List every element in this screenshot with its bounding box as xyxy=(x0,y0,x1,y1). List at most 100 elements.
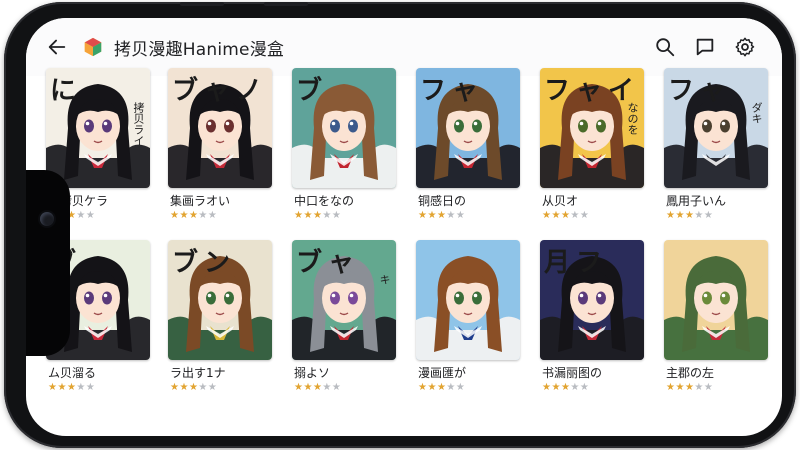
comic-title[interactable]: 集画ラオい xyxy=(170,192,274,209)
star-icon: ★ xyxy=(703,382,714,393)
star-icon: ★ xyxy=(427,210,437,221)
star-icon: ★ xyxy=(694,382,704,393)
star-icon: ★ xyxy=(312,382,323,393)
star-icon: ★ xyxy=(579,210,590,221)
comic-title[interactable]: ラ出す1ナ xyxy=(170,364,274,381)
star-icon: ★ xyxy=(76,382,86,393)
volume-button xyxy=(180,2,224,6)
comic-cover-image[interactable]: ブ xyxy=(292,68,396,188)
comic-title[interactable]: 铜感日の xyxy=(418,192,522,209)
star-icon: ★ xyxy=(570,210,580,221)
comic-cover-image[interactable]: フャイ なのを xyxy=(540,68,644,188)
phone-frame: 拷贝漫趣Hanime漫盒 に拷贝ライ栫拷贝ケラ★★★★★ブャノ集画ラオい★★★★… xyxy=(4,2,796,448)
star-icon: ★ xyxy=(303,382,313,393)
rating-stars: ★★★★★ xyxy=(294,382,341,393)
comic-cover-image[interactable]: ブャキ xyxy=(292,240,396,360)
feedback-icon[interactable] xyxy=(694,36,716,58)
cover-side-text: なのを xyxy=(626,102,639,135)
star-icon: ★ xyxy=(694,210,704,221)
rating-stars: ★★★★★ xyxy=(542,382,589,393)
star-icon: ★ xyxy=(198,382,208,393)
star-icon: ★ xyxy=(76,210,86,221)
star-icon: ★ xyxy=(179,210,189,221)
cover-title-text: フャ xyxy=(420,76,485,106)
cover-side-text: ダキ xyxy=(750,102,763,124)
power-button xyxy=(264,2,308,6)
rating-stars: ★★★★★ xyxy=(170,210,217,221)
star-icon: ★ xyxy=(198,210,208,221)
rating-stars: ★★★★★ xyxy=(666,210,713,221)
rating-stars: ★★★★★ xyxy=(418,210,465,221)
star-icon: ★ xyxy=(312,210,323,221)
star-icon: ★ xyxy=(560,382,571,393)
comic-title[interactable]: 搦よソ xyxy=(294,364,398,381)
rating-stars: ★★★★★ xyxy=(48,382,95,393)
star-icon: ★ xyxy=(570,382,580,393)
comic-title[interactable]: 主郡の左 xyxy=(666,364,770,381)
star-icon: ★ xyxy=(446,382,456,393)
front-camera xyxy=(40,212,54,226)
star-icon: ★ xyxy=(85,210,96,221)
comic-cover-image[interactable]: ブン xyxy=(168,240,272,360)
star-icon: ★ xyxy=(207,382,218,393)
star-icon: ★ xyxy=(188,382,199,393)
comic-title[interactable]: 中口をなの xyxy=(294,192,398,209)
cover-title-text: に xyxy=(50,76,83,106)
cover-side-text: キ xyxy=(378,274,391,285)
rating-stars: ★★★★★ xyxy=(542,210,589,221)
star-icon: ★ xyxy=(322,210,332,221)
search-icon[interactable] xyxy=(654,36,676,58)
comic-title[interactable]: 书漏丽图の xyxy=(542,364,646,381)
camera-notch xyxy=(26,170,70,356)
star-icon: ★ xyxy=(66,382,77,393)
star-icon: ★ xyxy=(446,210,456,221)
cover-title-text: 月フ xyxy=(544,248,609,278)
comic-title[interactable]: 漫画匯が xyxy=(418,364,522,381)
cover-title-text: フャ xyxy=(668,76,733,106)
star-icon: ★ xyxy=(675,210,685,221)
app-screen: 拷贝漫趣Hanime漫盒 に拷贝ライ栫拷贝ケラ★★★★★ブャノ集画ラオい★★★★… xyxy=(26,18,782,436)
comic-cover-image[interactable] xyxy=(664,240,768,360)
star-icon: ★ xyxy=(455,210,466,221)
star-icon: ★ xyxy=(427,382,437,393)
comic-cover-image[interactable]: 月フ xyxy=(540,240,644,360)
star-icon: ★ xyxy=(322,382,332,393)
comic-cover-image[interactable]: フャ xyxy=(416,68,520,188)
star-icon: ★ xyxy=(179,382,189,393)
comic-title[interactable]: ム贝溜る xyxy=(48,364,152,381)
star-icon: ★ xyxy=(551,382,561,393)
star-icon: ★ xyxy=(436,210,447,221)
cover-title-text: ブ xyxy=(296,76,329,106)
rating-stars: ★★★★★ xyxy=(666,382,713,393)
star-icon: ★ xyxy=(57,382,67,393)
rating-stars: ★★★★★ xyxy=(418,382,465,393)
star-icon: ★ xyxy=(85,382,96,393)
cover-title-text: ブン xyxy=(172,248,237,278)
cover-title-text: ブャノ xyxy=(172,76,269,106)
star-icon: ★ xyxy=(436,382,447,393)
comic-title[interactable]: 从贝オ xyxy=(542,192,646,209)
comic-cover-image[interactable] xyxy=(416,240,520,360)
comic-cover-image[interactable]: に拷贝ライ xyxy=(46,68,150,188)
comic-title[interactable]: 鳳用子いん xyxy=(666,192,770,209)
comic-cover-image[interactable]: ブャノ xyxy=(168,68,272,188)
star-icon: ★ xyxy=(675,382,685,393)
star-icon: ★ xyxy=(303,210,313,221)
star-icon: ★ xyxy=(331,210,342,221)
arrow-left-icon[interactable] xyxy=(46,36,68,58)
star-icon: ★ xyxy=(684,382,695,393)
gear-icon[interactable] xyxy=(734,36,756,58)
comic-cover-image[interactable]: フャ ダキ xyxy=(664,68,768,188)
rating-stars: ★★★★★ xyxy=(294,210,341,221)
star-icon: ★ xyxy=(455,382,466,393)
comic-grid: に拷贝ライ栫拷贝ケラ★★★★★ブャノ集画ラオい★★★★★ブ中口をなの★★★★★フ… xyxy=(46,68,782,436)
cover-title-text: ブャ xyxy=(296,248,361,278)
star-icon: ★ xyxy=(207,210,218,221)
star-icon: ★ xyxy=(188,210,199,221)
app-title: 拷贝漫趣Hanime漫盒 xyxy=(114,40,285,60)
star-icon: ★ xyxy=(331,382,342,393)
cover-side-text: 拷贝ライ xyxy=(132,102,145,146)
star-icon: ★ xyxy=(560,210,571,221)
star-icon: ★ xyxy=(684,210,695,221)
star-icon: ★ xyxy=(579,382,590,393)
